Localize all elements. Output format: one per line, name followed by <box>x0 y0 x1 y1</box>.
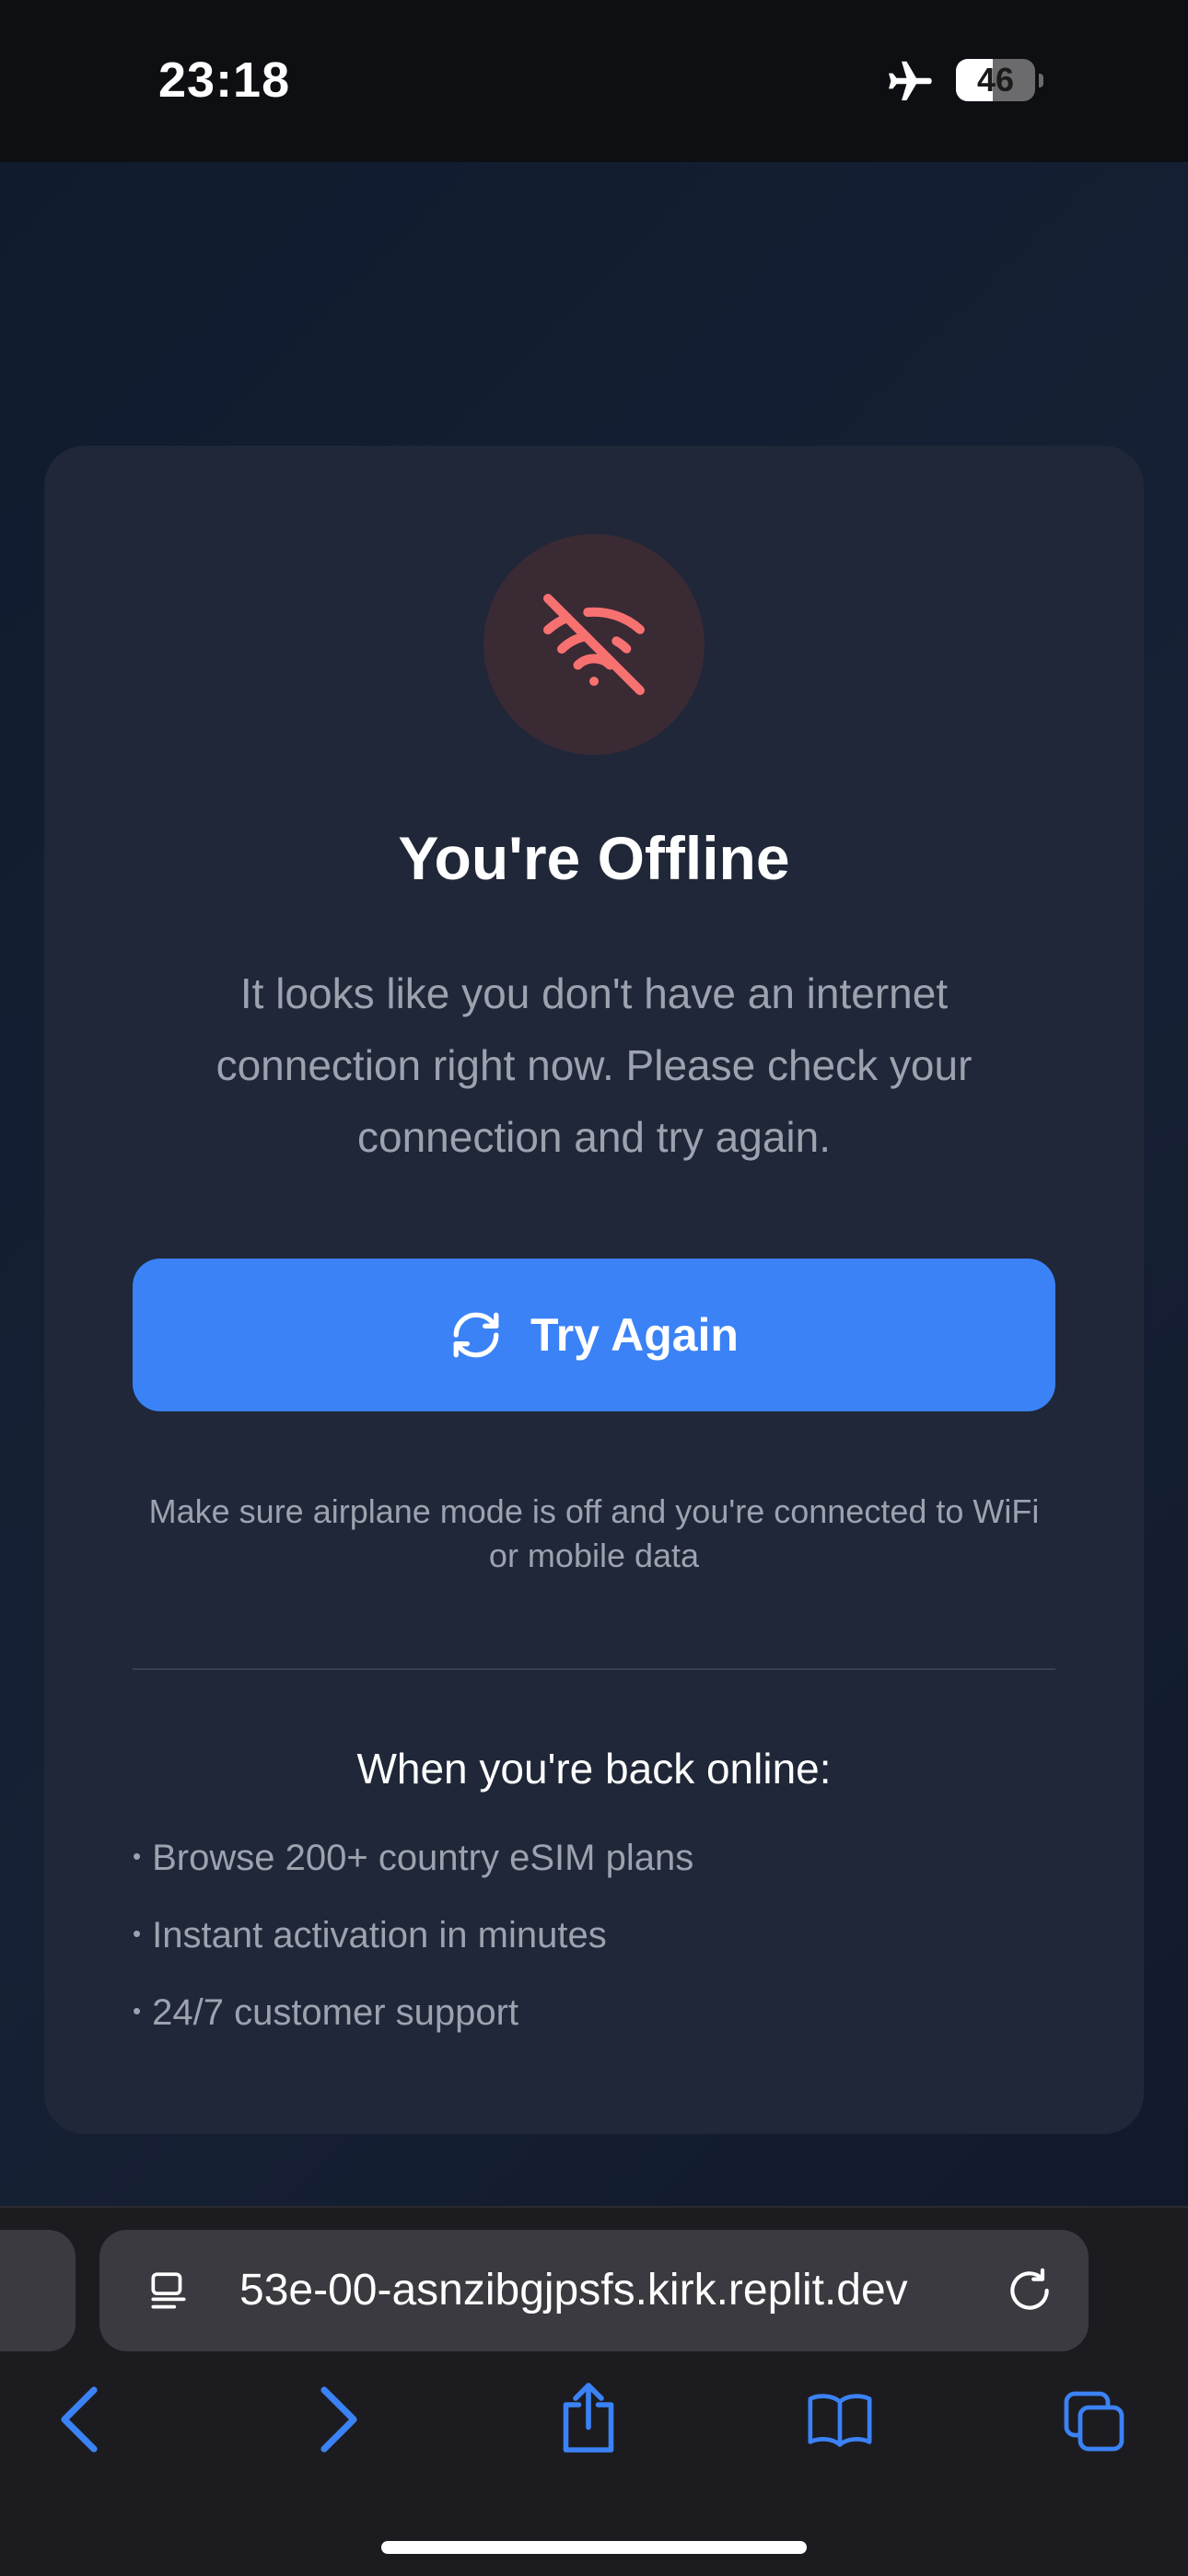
reader-icon[interactable] <box>146 2269 192 2315</box>
page-title: You're Offline <box>398 824 790 892</box>
benefit-text: Instant activation in minutes <box>152 1915 607 1955</box>
bullet-icon: • <box>133 1920 142 1948</box>
bookmarks-icon[interactable] <box>805 2390 875 2451</box>
status-time: 23:18 <box>158 52 291 108</box>
try-again-label: Try Again <box>530 1309 739 1361</box>
previous-tab-preview[interactable] <box>0 2230 76 2351</box>
connection-hint: Make sure airplane mode is off and you'r… <box>148 1492 1040 1574</box>
list-item: • Browse 200+ country eSIM plans <box>133 1836 693 1913</box>
benefits-list: • Browse 200+ country eSIM plans • Instant… <box>133 1836 693 2068</box>
home-indicator[interactable] <box>381 2541 807 2554</box>
wifi-off-icon <box>543 594 645 695</box>
airplane-icon <box>889 61 932 100</box>
battery-cap <box>1039 74 1043 87</box>
try-again-button[interactable]: Try Again <box>133 1259 1055 1411</box>
share-icon[interactable] <box>556 2379 621 2456</box>
list-item: • 24/7 customer support <box>133 1990 693 2068</box>
forward-icon[interactable] <box>313 2383 365 2456</box>
benefit-text: Browse 200+ country eSIM plans <box>152 1838 694 1878</box>
back-online-heading: When you're back online: <box>356 1745 832 1793</box>
tabs-icon[interactable] <box>1061 2388 1127 2454</box>
list-item: • Instant activation in minutes <box>133 1913 693 1990</box>
battery-level: 46 <box>976 61 1015 99</box>
browser-toolbar: 53e-00-asnzibgjpsfs.kirk.replit.dev <box>0 2206 1188 2576</box>
benefit-text: 24/7 customer support <box>152 1992 519 2033</box>
reload-icon[interactable] <box>1004 2265 1055 2316</box>
back-icon[interactable] <box>53 2383 105 2456</box>
refresh-icon <box>453 1312 499 1358</box>
wifi-off-icon-badge <box>483 534 705 755</box>
status-bar: 23:18 46 <box>0 0 1188 162</box>
bullet-icon: • <box>133 1842 142 1871</box>
battery-indicator: 46 <box>956 59 1035 101</box>
offline-message: It looks like you don't have an internet… <box>215 969 973 1161</box>
bullet-icon: • <box>133 1997 142 2025</box>
address-bar[interactable]: 53e-00-asnzibgjpsfs.kirk.replit.dev <box>99 2230 1089 2351</box>
offline-card: You're Offline It looks like you don't h… <box>44 446 1144 2134</box>
divider <box>133 1668 1055 1670</box>
address-text[interactable]: 53e-00-asnzibgjpsfs.kirk.replit.dev <box>239 2265 908 2315</box>
